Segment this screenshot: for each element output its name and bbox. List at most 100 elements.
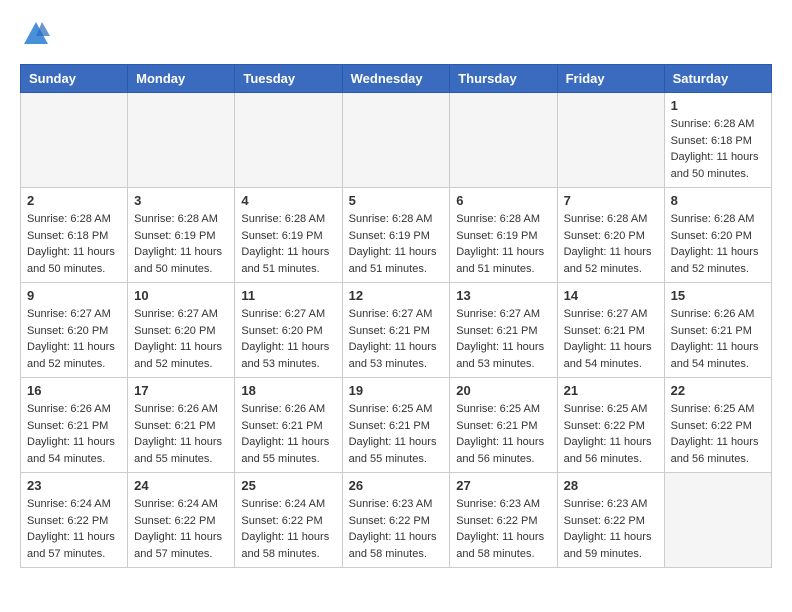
- weekday-header-friday: Friday: [557, 65, 664, 93]
- calendar-cell: [557, 93, 664, 188]
- day-number: 27: [456, 478, 550, 493]
- day-info: Sunrise: 6:27 AM Sunset: 6:20 PM Dayligh…: [27, 306, 121, 372]
- calendar-cell: 1Sunrise: 6:28 AM Sunset: 6:18 PM Daylig…: [664, 93, 771, 188]
- day-number: 17: [134, 383, 228, 398]
- day-number: 23: [27, 478, 121, 493]
- calendar-cell: 13 Sunrise: 6:27 AM Sunset: 6:21 PM Dayli…: [450, 283, 557, 378]
- calendar-cell: [450, 93, 557, 188]
- day-number: 26: [349, 478, 444, 493]
- calendar-cell: [21, 93, 128, 188]
- calendar-cell: 2 Sunrise: 6:28 AM Sunset: 6:18 PM Daylig…: [21, 188, 128, 283]
- weekday-header-sunday: Sunday: [21, 65, 128, 93]
- week-row-5: 23 Sunrise: 6:24 AM Sunset: 6:22 PM Dayli…: [21, 473, 772, 568]
- calendar-cell: [664, 473, 771, 568]
- day-number: 24: [134, 478, 228, 493]
- logo-text: [20, 20, 50, 54]
- page-header: [20, 20, 772, 54]
- day-number: 13: [456, 288, 550, 303]
- day-info: Sunrise: 6:26 AM Sunset: 6:21 PM Dayligh…: [134, 401, 228, 467]
- weekday-header-monday: Monday: [128, 65, 235, 93]
- calendar-cell: 17 Sunrise: 6:26 AM Sunset: 6:21 PM Dayli…: [128, 378, 235, 473]
- calendar-cell: 21 Sunrise: 6:25 AM Sunset: 6:22 PM Dayli…: [557, 378, 664, 473]
- week-row-4: 16Sunrise: 6:26 AM Sunset: 6:21 PM Dayli…: [21, 378, 772, 473]
- calendar-cell: 12 Sunrise: 6:27 AM Sunset: 6:21 PM Dayli…: [342, 283, 450, 378]
- calendar-cell: 27 Sunrise: 6:23 AM Sunset: 6:22 PM Dayli…: [450, 473, 557, 568]
- calendar-cell: 23 Sunrise: 6:24 AM Sunset: 6:22 PM Dayli…: [21, 473, 128, 568]
- day-number: 18: [241, 383, 335, 398]
- calendar-cell: 16Sunrise: 6:26 AM Sunset: 6:21 PM Dayli…: [21, 378, 128, 473]
- calendar-cell: 6 Sunrise: 6:28 AM Sunset: 6:19 PM Daylig…: [450, 188, 557, 283]
- day-info: Sunrise: 6:23 AM Sunset: 6:22 PM Dayligh…: [349, 496, 444, 562]
- day-info: Sunrise: 6:23 AM Sunset: 6:22 PM Dayligh…: [456, 496, 550, 562]
- calendar-cell: 20 Sunrise: 6:25 AM Sunset: 6:21 PM Dayli…: [450, 378, 557, 473]
- weekday-header-thursday: Thursday: [450, 65, 557, 93]
- calendar-cell: 9 Sunrise: 6:27 AM Sunset: 6:20 PM Daylig…: [21, 283, 128, 378]
- day-number: 2: [27, 193, 121, 208]
- day-info: Sunrise: 6:24 AM Sunset: 6:22 PM Dayligh…: [134, 496, 228, 562]
- day-info: Sunrise: 6:28 AM Sunset: 6:18 PM Dayligh…: [27, 211, 121, 277]
- day-number: 6: [456, 193, 550, 208]
- week-row-3: 9 Sunrise: 6:27 AM Sunset: 6:20 PM Daylig…: [21, 283, 772, 378]
- calendar-cell: 7 Sunrise: 6:28 AM Sunset: 6:20 PM Daylig…: [557, 188, 664, 283]
- day-info: Sunrise: 6:27 AM Sunset: 6:21 PM Dayligh…: [564, 306, 658, 372]
- day-info: Sunrise: 6:27 AM Sunset: 6:21 PM Dayligh…: [456, 306, 550, 372]
- calendar-cell: 24 Sunrise: 6:24 AM Sunset: 6:22 PM Dayli…: [128, 473, 235, 568]
- day-info: Sunrise: 6:27 AM Sunset: 6:21 PM Dayligh…: [349, 306, 444, 372]
- calendar-cell: 8Sunrise: 6:28 AM Sunset: 6:20 PM Daylig…: [664, 188, 771, 283]
- day-info: Sunrise: 6:28 AM Sunset: 6:19 PM Dayligh…: [349, 211, 444, 277]
- day-number: 7: [564, 193, 658, 208]
- day-number: 19: [349, 383, 444, 398]
- day-number: 25: [241, 478, 335, 493]
- day-number: 14: [564, 288, 658, 303]
- day-number: 12: [349, 288, 444, 303]
- day-number: 10: [134, 288, 228, 303]
- day-number: 3: [134, 193, 228, 208]
- calendar-cell: [342, 93, 450, 188]
- day-number: 28: [564, 478, 658, 493]
- day-info: Sunrise: 6:25 AM Sunset: 6:22 PM Dayligh…: [564, 401, 658, 467]
- day-number: 22: [671, 383, 765, 398]
- day-number: 21: [564, 383, 658, 398]
- calendar-cell: 3 Sunrise: 6:28 AM Sunset: 6:19 PM Daylig…: [128, 188, 235, 283]
- day-info: Sunrise: 6:26 AM Sunset: 6:21 PM Dayligh…: [671, 306, 765, 372]
- week-row-1: 1Sunrise: 6:28 AM Sunset: 6:18 PM Daylig…: [21, 93, 772, 188]
- calendar: SundayMondayTuesdayWednesdayThursdayFrid…: [20, 64, 772, 568]
- day-info: Sunrise: 6:28 AM Sunset: 6:19 PM Dayligh…: [134, 211, 228, 277]
- day-info: Sunrise: 6:26 AM Sunset: 6:21 PM Dayligh…: [27, 401, 121, 467]
- calendar-cell: 22Sunrise: 6:25 AM Sunset: 6:22 PM Dayli…: [664, 378, 771, 473]
- day-info: Sunrise: 6:25 AM Sunset: 6:21 PM Dayligh…: [349, 401, 444, 467]
- calendar-cell: 28 Sunrise: 6:23 AM Sunset: 6:22 PM Dayli…: [557, 473, 664, 568]
- weekday-header-saturday: Saturday: [664, 65, 771, 93]
- day-info: Sunrise: 6:26 AM Sunset: 6:21 PM Dayligh…: [241, 401, 335, 467]
- day-number: 9: [27, 288, 121, 303]
- week-row-2: 2 Sunrise: 6:28 AM Sunset: 6:18 PM Daylig…: [21, 188, 772, 283]
- calendar-cell: 10 Sunrise: 6:27 AM Sunset: 6:20 PM Dayli…: [128, 283, 235, 378]
- calendar-cell: [128, 93, 235, 188]
- logo: [20, 20, 50, 54]
- calendar-cell: 25Sunrise: 6:24 AM Sunset: 6:22 PM Dayli…: [235, 473, 342, 568]
- calendar-cell: 5 Sunrise: 6:28 AM Sunset: 6:19 PM Daylig…: [342, 188, 450, 283]
- day-number: 11: [241, 288, 335, 303]
- day-info: Sunrise: 6:28 AM Sunset: 6:20 PM Dayligh…: [564, 211, 658, 277]
- logo-icon: [22, 20, 50, 48]
- day-number: 4: [241, 193, 335, 208]
- day-info: Sunrise: 6:23 AM Sunset: 6:22 PM Dayligh…: [564, 496, 658, 562]
- day-info: Sunrise: 6:27 AM Sunset: 6:20 PM Dayligh…: [134, 306, 228, 372]
- day-number: 5: [349, 193, 444, 208]
- calendar-cell: 15 Sunrise: 6:26 AM Sunset: 6:21 PM Dayli…: [664, 283, 771, 378]
- calendar-cell: 14 Sunrise: 6:27 AM Sunset: 6:21 PM Dayli…: [557, 283, 664, 378]
- calendar-cell: 19 Sunrise: 6:25 AM Sunset: 6:21 PM Dayli…: [342, 378, 450, 473]
- day-number: 15: [671, 288, 765, 303]
- weekday-header-row: SundayMondayTuesdayWednesdayThursdayFrid…: [21, 65, 772, 93]
- day-info: Sunrise: 6:28 AM Sunset: 6:19 PM Dayligh…: [241, 211, 335, 277]
- day-number: 20: [456, 383, 550, 398]
- day-info: Sunrise: 6:25 AM Sunset: 6:21 PM Dayligh…: [456, 401, 550, 467]
- calendar-cell: [235, 93, 342, 188]
- calendar-cell: 11 Sunrise: 6:27 AM Sunset: 6:20 PM Dayli…: [235, 283, 342, 378]
- day-info: Sunrise: 6:28 AM Sunset: 6:19 PM Dayligh…: [456, 211, 550, 277]
- day-info: Sunrise: 6:27 AM Sunset: 6:20 PM Dayligh…: [241, 306, 335, 372]
- day-info: Sunrise: 6:24 AM Sunset: 6:22 PM Dayligh…: [27, 496, 121, 562]
- weekday-header-tuesday: Tuesday: [235, 65, 342, 93]
- calendar-cell: 4 Sunrise: 6:28 AM Sunset: 6:19 PM Daylig…: [235, 188, 342, 283]
- day-number: 8: [671, 193, 765, 208]
